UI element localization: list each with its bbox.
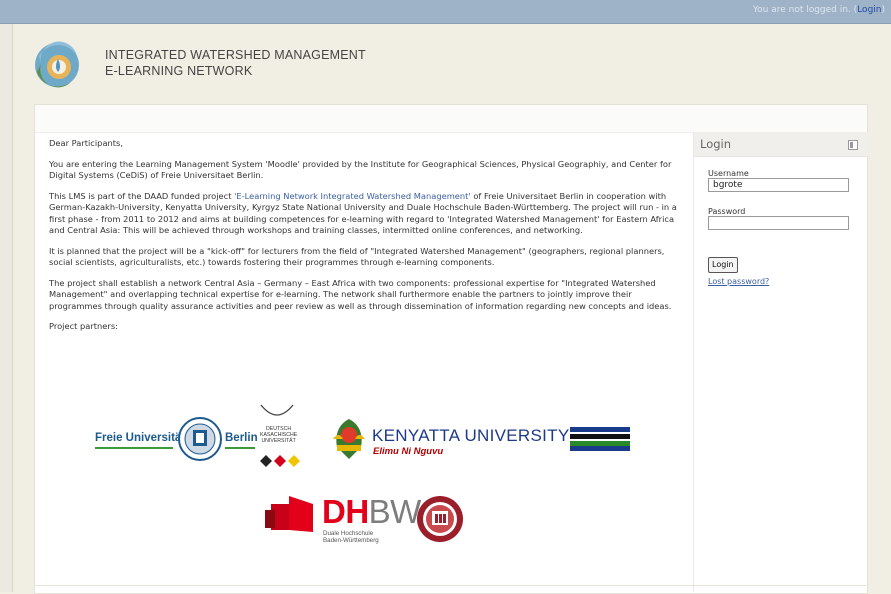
username-label: Username — [708, 169, 749, 178]
dku-arc — [260, 404, 294, 416]
fu-underline-left — [95, 447, 173, 449]
greeting: Dear Participants, — [49, 138, 123, 148]
fu-seal — [178, 417, 222, 461]
dhbw-wordmark: DHBW — [322, 493, 421, 530]
fu-underline-right — [225, 447, 255, 449]
password-label: Password — [708, 207, 746, 216]
kyrgyz-seal — [417, 496, 463, 542]
dku-diamonds — [260, 455, 300, 467]
login-status: You are not logged in. (Login) — [752, 5, 885, 15]
dhbw-logo — [265, 496, 313, 532]
kenyatta-motto: Elimu Ni Nguvu — [373, 446, 444, 457]
top-bar: You are not logged in. (Login) — [0, 0, 891, 24]
login-block-title: Login — [700, 137, 732, 151]
kenyatta-flag — [570, 427, 630, 451]
password-input[interactable] — [708, 216, 849, 230]
bottom-divider — [34, 585, 866, 586]
intro-paragraph: You are entering the Learning Management… — [49, 158, 672, 181]
dku-text: DEUTSCH KASACHISCHE UNIVERSITÄT — [260, 426, 298, 444]
site-title: INTEGRATED WATERSHED MANAGEMENT E-LEARNI… — [105, 48, 366, 78]
watershed-logo[interactable] — [29, 34, 89, 94]
fu-text-left: Freie Universität — [95, 432, 186, 444]
kenyatta-title: KENYATTA UNIVERSITY — [372, 426, 570, 445]
project-paragraph: This LMS is part of the DAAD funded proj… — [49, 190, 677, 236]
username-input[interactable]: bgrote — [708, 178, 849, 192]
block-toggle-icon[interactable] — [848, 140, 858, 150]
kickoff-paragraph: It is planned that the project will be a… — [49, 245, 665, 268]
left-strip — [0, 24, 13, 592]
content-top-strip — [35, 105, 867, 133]
site-header: INTEGRATED WATERSHED MANAGEMENT E-LEARNI… — [13, 24, 891, 102]
login-button[interactable]: Login — [708, 257, 738, 273]
dhbw-subtitle: Duale Hochschule Baden-Württemberg — [323, 530, 379, 544]
kenyatta-crest — [333, 419, 365, 459]
main-text: Dear Participants, You are entering the … — [49, 138, 681, 342]
partners-label: Project partners: — [49, 321, 118, 331]
project-link[interactable]: 'E-Learning Network Integrated Watershed… — [234, 191, 471, 201]
fu-text-right: Berlin — [225, 432, 258, 444]
content-area: Dear Participants, You are entering the … — [34, 104, 868, 594]
login-block-header: Login — [694, 132, 868, 157]
login-link[interactable]: Login — [857, 5, 881, 15]
lost-password-link[interactable]: Lost password? — [708, 277, 769, 286]
network-paragraph: The project shall establish a network Ce… — [49, 277, 672, 311]
login-block: Login Username bgrote Password Login Los… — [693, 132, 868, 592]
